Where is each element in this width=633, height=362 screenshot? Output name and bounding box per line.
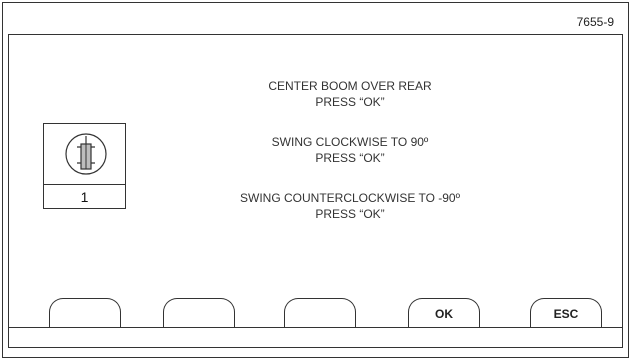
instruction-step-1: CENTER BOOM OVER REAR PRESS “OK” bbox=[170, 78, 530, 110]
instruction-prompt: PRESS “OK” bbox=[315, 207, 385, 221]
instruction-text: SWING COUNTERCLOCKWISE TO -90º bbox=[240, 191, 460, 205]
boom-rotation-icon bbox=[65, 133, 107, 175]
instruction-step-2: SWING CLOCKWISE TO 90º PRESS “OK” bbox=[170, 134, 530, 166]
softkey-2-button[interactable] bbox=[163, 298, 235, 328]
softkey-1-button[interactable] bbox=[49, 298, 121, 328]
instruction-text: CENTER BOOM OVER REAR bbox=[268, 79, 432, 93]
ok-button[interactable]: OK bbox=[408, 298, 480, 328]
esc-button[interactable]: ESC bbox=[530, 298, 602, 328]
icon-number-label: 1 bbox=[43, 184, 126, 209]
instruction-text: SWING CLOCKWISE TO 90º bbox=[271, 135, 429, 149]
softkey-baseline bbox=[8, 327, 623, 328]
softkey-3-button[interactable] bbox=[284, 298, 356, 328]
figure-id: 7655-9 bbox=[576, 15, 614, 29]
instruction-prompt: PRESS “OK” bbox=[315, 95, 385, 109]
boom-rotation-icon-box bbox=[43, 123, 126, 185]
instruction-list: CENTER BOOM OVER REAR PRESS “OK” SWING C… bbox=[170, 78, 530, 246]
instruction-prompt: PRESS “OK” bbox=[315, 151, 385, 165]
instruction-step-3: SWING COUNTERCLOCKWISE TO -90º PRESS “OK… bbox=[170, 190, 530, 222]
